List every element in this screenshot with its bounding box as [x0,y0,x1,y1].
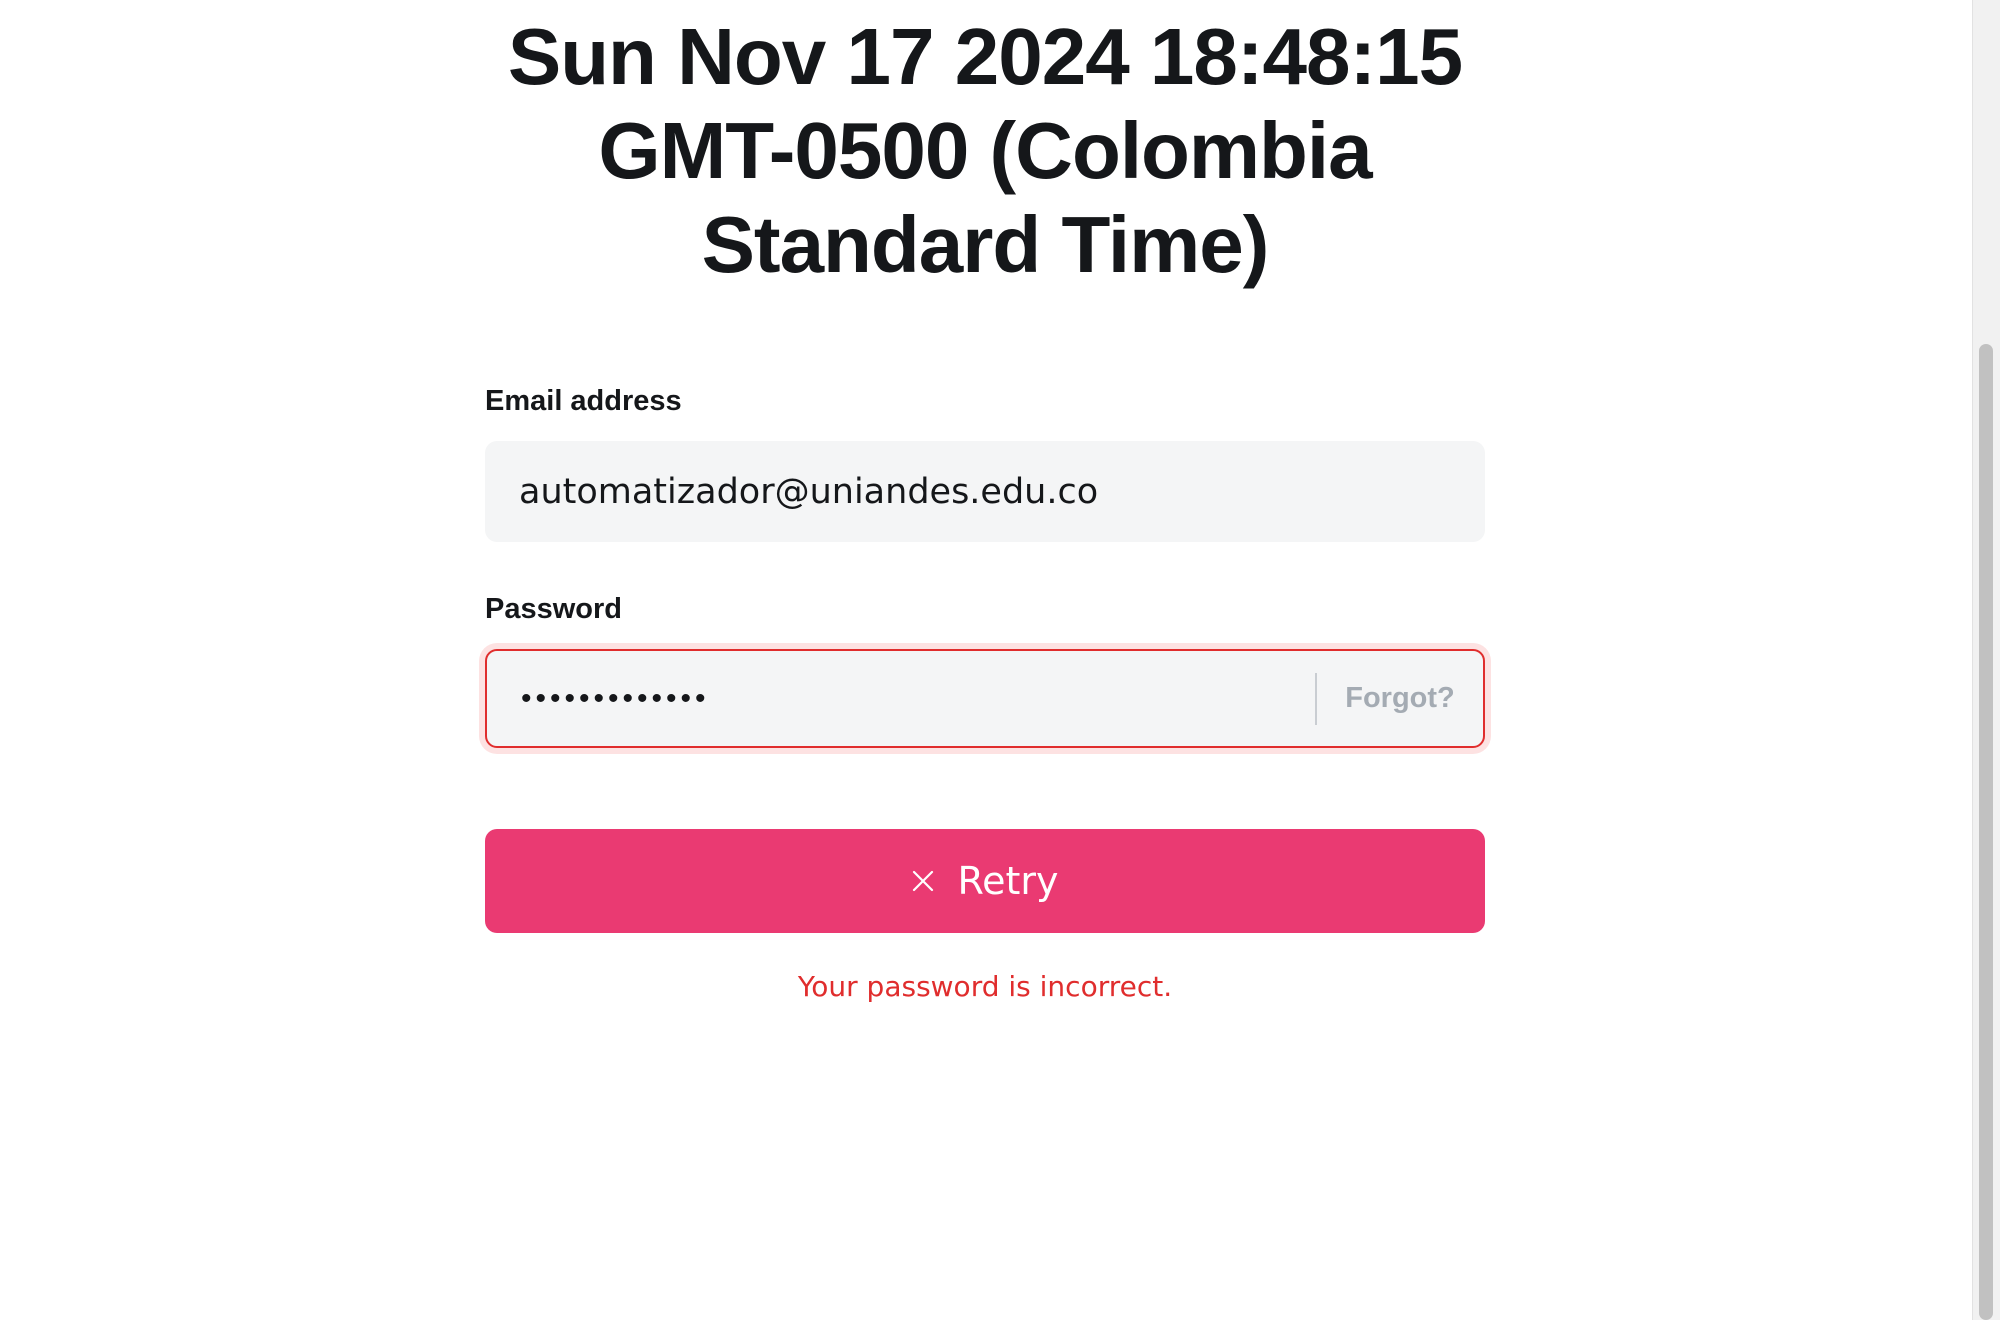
close-icon [913,870,934,892]
password-field[interactable]: ••••••••••••• Forgot? [485,649,1485,748]
signin-page: Sun Nov 17 2024 18:48:15 GMT-0500 (Colom… [0,0,2000,1320]
error-message: Your password is incorrect. [797,970,1173,1003]
email-label: Email address [485,385,682,417]
retry-label: Retry [957,859,1059,903]
scrollbar[interactable] [1972,0,2000,1320]
email-value: automatizador@uniandes.edu.co [519,471,1099,512]
email-field[interactable]: automatizador@uniandes.edu.co [485,441,1485,542]
retry-button[interactable]: Retry [485,829,1485,933]
page-title: Sun Nov 17 2024 18:48:15 GMT-0500 (Colom… [507,12,1463,289]
forgot-password-link[interactable]: Forgot? [1317,682,1483,715]
scrollbar-thumb[interactable] [1979,344,1993,1320]
password-label: Password [485,593,622,625]
password-value: ••••••••••••• [521,681,710,715]
